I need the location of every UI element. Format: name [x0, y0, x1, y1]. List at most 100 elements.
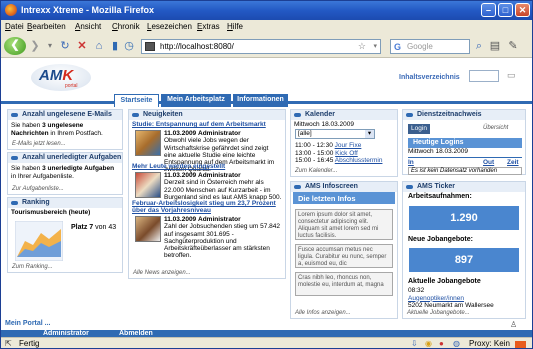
- status-icon: ⇱: [5, 339, 12, 348]
- stop-icon[interactable]: ✕: [76, 38, 88, 54]
- arbeitsaufnahmen-value: 1.290: [409, 206, 519, 230]
- footer-admin[interactable]: Administrator: [43, 330, 89, 337]
- search-icon[interactable]: ⌕: [474, 38, 484, 54]
- tasks-widget: Anzahl unerledigter Aufgaben Sie haben 3…: [7, 152, 123, 195]
- portal-search-input[interactable]: [469, 70, 499, 82]
- info-item[interactable]: Cras nibh leo, rhoncus non, molestie eu,…: [295, 272, 393, 296]
- col-out[interactable]: Out: [483, 159, 494, 166]
- home-icon[interactable]: ⌂: [93, 38, 105, 54]
- job-place: 5202 Neumarkt am Wallersee: [408, 302, 494, 309]
- logo-subtext: portal: [65, 83, 78, 89]
- arbeitsaufnahmen-label: Arbeitsaufnahmen:: [408, 193, 472, 200]
- close-button[interactable]: ✕: [515, 3, 530, 17]
- news-headline[interactable]: Mehr Leute werden eingestellt: [132, 163, 284, 170]
- ranking-widget: Ranking Tourismusbereich (heute) Platz 7…: [7, 197, 123, 273]
- menu-hilfe[interactable]: Hilfe: [227, 22, 243, 31]
- tab-mein-arbeitsplatz[interactable]: Mein Arbeitsplatz: [161, 94, 231, 107]
- url-text: http://localhost:8080/: [160, 42, 234, 51]
- news-headline[interactable]: Studie: Entspannung auf dem Arbeitsmarkt: [132, 121, 284, 128]
- email-widget: Anzahl ungelesene E-Mails Sie haben 3 un…: [7, 109, 123, 150]
- ticker-widget: AMS Ticker Arbeitsaufnahmen: 1.290 Neue …: [402, 181, 526, 319]
- infoscreen-subtitle: Die letzten Infos: [293, 192, 395, 204]
- bookmark-icon[interactable]: ▮: [110, 38, 120, 54]
- job-title-link[interactable]: Augenoptiker/innen: [408, 295, 494, 303]
- col-in[interactable]: In: [408, 159, 414, 166]
- addon-icon[interactable]: ◉: [425, 339, 432, 348]
- infoscreen-widget: AMS Infoscreen Die letzten Infos Lorem i…: [290, 181, 398, 319]
- reload-icon[interactable]: ↻: [59, 38, 71, 54]
- menu-chronik[interactable]: Chronik: [112, 22, 140, 31]
- page-content: AMK portal Inhaltsverzeichnis ▭ Startsei…: [1, 58, 532, 335]
- timecard-overview-link[interactable]: Übersicht: [483, 125, 508, 131]
- tasks-count: 3 unerledigte Aufgaben: [42, 165, 115, 172]
- jobangebote-value: 897: [409, 248, 519, 272]
- news-more-link[interactable]: Alle News anzeigen...: [133, 270, 191, 276]
- ranking-place: Platz 7: [71, 224, 94, 231]
- status-text: Fertig: [19, 339, 40, 348]
- forward-button[interactable]: ❯: [29, 38, 41, 54]
- infoscreen-more-link[interactable]: Alle Infos anzeigen...: [295, 310, 351, 316]
- logo-text: AMK: [39, 67, 74, 84]
- downloads-icon[interactable]: ◷: [123, 38, 135, 54]
- portal-search-icon[interactable]: ▭: [507, 70, 519, 81]
- menu-ansicht[interactable]: Ansicht: [75, 22, 101, 31]
- news-date: 11.03.2009: [164, 216, 197, 223]
- ticker-more-link[interactable]: Aktuelle Jobangebote...: [407, 310, 470, 316]
- proxy-status[interactable]: Proxy: Kein: [469, 339, 510, 348]
- menu-datei[interactable]: Datei: [5, 22, 24, 31]
- info-item[interactable]: Lorem ipsum dolor sit amet, consectetur …: [295, 209, 393, 240]
- news-headline[interactable]: Februar-Arbeitslosigkeit stieg um 23,7 P…: [132, 200, 284, 214]
- amk-logo[interactable]: AMK portal: [31, 64, 91, 91]
- firefox-icon: [5, 4, 17, 16]
- url-dropdown-icon[interactable]: ▾: [373, 40, 377, 53]
- news-image: [135, 216, 161, 242]
- url-bar[interactable]: http://localhost:8080/ ☆ ▾: [141, 39, 381, 54]
- news-date: 11.03.2009: [164, 130, 197, 137]
- news-image: [135, 130, 161, 156]
- info-item[interactable]: Fusce accumsan metus nec ligula. Curabit…: [295, 244, 393, 268]
- google-icon: G: [394, 42, 402, 52]
- job-time: 08:32: [408, 287, 425, 294]
- search-placeholder: Google: [407, 42, 433, 51]
- logins-title: Heutige Logins: [408, 138, 522, 148]
- stop-addon-icon[interactable]: ●: [439, 339, 444, 348]
- ranking-more-link[interactable]: Zum Ranking...: [12, 264, 53, 270]
- email-more-link[interactable]: E-Mails jetzt lesen...: [12, 141, 66, 147]
- login-button[interactable]: Login: [408, 124, 430, 134]
- calendar-widget: Kalender Mittwoch 18.03.2009 [alle] ▾ 11…: [290, 109, 398, 177]
- menu-lesezeichen[interactable]: Lesezeichen: [147, 22, 192, 31]
- menu-bearbeiten[interactable]: Bearbeiten: [27, 22, 66, 31]
- tab-informationen[interactable]: Informationen: [233, 94, 288, 107]
- col-time[interactable]: Zeit: [507, 159, 519, 166]
- status-bar: ⇱ Fertig ⇩ ◉ ● ◍ Proxy: Kein: [1, 337, 532, 348]
- tasks-more-link[interactable]: Zur Aufgabenliste...: [12, 186, 64, 192]
- globe-icon[interactable]: ◍: [453, 339, 460, 348]
- calendar-more-link[interactable]: Zum Kalender...: [295, 168, 337, 174]
- search-field[interactable]: G Google: [390, 39, 470, 54]
- infoscreen-widget-title: AMS Infoscreen: [291, 182, 397, 192]
- history-dropdown-icon[interactable]: ▾: [45, 38, 55, 54]
- download-status-icon[interactable]: ⇩: [411, 339, 418, 348]
- inhaltsverzeichnis-link[interactable]: Inhaltsverzeichnis: [399, 74, 460, 81]
- news-widget-title: Neuigkeiten: [129, 110, 285, 120]
- browser-window: Intrexx Xtreme - Mozilla Firefox – □ ✕ D…: [0, 0, 533, 349]
- logins-date: Mittwoch 18.03.2009: [408, 148, 468, 155]
- menu-extras[interactable]: Extras: [197, 22, 220, 31]
- calendar-widget-title: Kalender: [291, 110, 397, 120]
- user-icon: ♙: [510, 320, 518, 329]
- logout-link[interactable]: Abmelden: [119, 330, 153, 337]
- page-icon[interactable]: ▤: [489, 38, 501, 54]
- mein-portal-link[interactable]: Mein Portal ...: [5, 320, 51, 327]
- tab-startseite[interactable]: Startseite: [114, 94, 159, 107]
- site-favicon: [145, 42, 155, 51]
- ranking-total: von 43: [95, 224, 117, 231]
- calendar-entry: 11:00 - 12:30 Jour Fixe: [295, 142, 362, 149]
- window-title: Intrexx Xtreme - Mozilla Firefox: [21, 5, 155, 15]
- navigation-toolbar: ❮ ❯ ▾ ↻ ✕ ⌂ ▮ ◷ http://localhost:8080/ ☆…: [1, 34, 532, 58]
- back-button[interactable]: ❮: [4, 37, 26, 55]
- tools-icon[interactable]: ✎: [507, 38, 519, 54]
- minimize-button[interactable]: –: [481, 3, 496, 17]
- bookmark-star-icon[interactable]: ☆: [358, 40, 366, 53]
- calendar-filter-select[interactable]: [alle] ▾: [295, 129, 375, 139]
- maximize-button[interactable]: □: [498, 3, 513, 17]
